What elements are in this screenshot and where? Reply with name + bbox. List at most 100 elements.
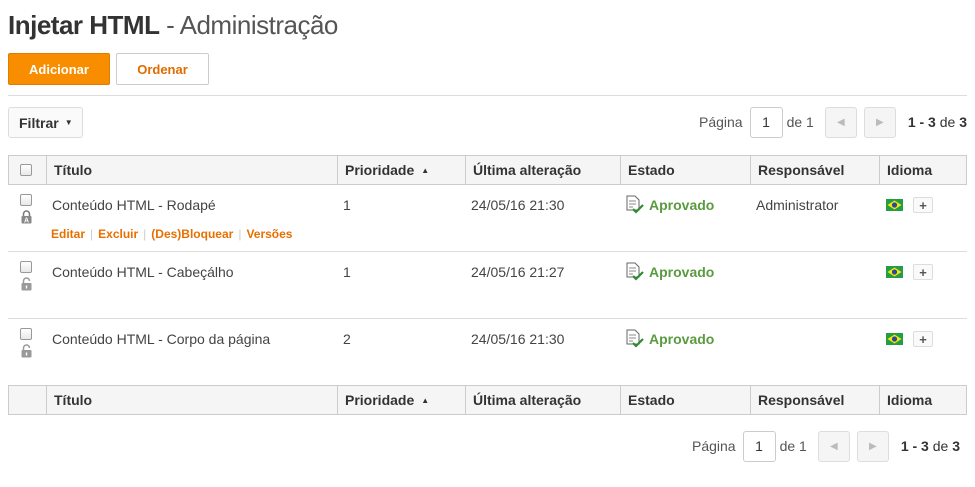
brazil-flag-icon[interactable]: [886, 333, 903, 345]
row-title[interactable]: Conteúdo HTML - Rodapé: [52, 197, 216, 213]
row-priority: 1: [343, 264, 351, 280]
column-title-label: Título: [54, 162, 93, 178]
svg-text:A: A: [24, 218, 29, 225]
range-of: de: [939, 114, 956, 130]
page-label: Página: [698, 114, 743, 130]
row-title[interactable]: Conteúdo HTML - Cabeçálho: [52, 264, 234, 280]
column-modified-label: Última alteração: [473, 392, 582, 408]
table-row: Conteúdo HTML - Cabeçálho 1 24/05/16 21:…: [8, 252, 967, 319]
column-priority[interactable]: Prioridade ▲: [337, 156, 465, 184]
column-state[interactable]: Estado: [620, 156, 750, 184]
add-translation-button[interactable]: +: [913, 197, 933, 213]
divider: [8, 95, 967, 96]
add-button[interactable]: Adicionar: [8, 53, 110, 85]
column-responsible[interactable]: Responsável: [750, 386, 879, 414]
row-checkbox[interactable]: [20, 194, 32, 206]
column-responsible[interactable]: Responsável: [750, 156, 879, 184]
row-checkbox[interactable]: [20, 261, 32, 273]
row-priority: 1: [343, 197, 351, 213]
edit-link[interactable]: Editar: [51, 227, 85, 241]
table-row: A Conteúdo HTML - Rodapé 1 24/05/16 21:3…: [8, 185, 967, 252]
delete-link[interactable]: Excluir: [98, 227, 138, 241]
range-total: 3: [952, 438, 960, 454]
sort-ascending-icon: ▲: [421, 165, 430, 175]
column-title[interactable]: Título: [46, 156, 337, 184]
row-language: +: [886, 264, 933, 280]
column-modified-label: Última alteração: [473, 162, 582, 178]
next-page-button[interactable]: ▶: [863, 106, 896, 138]
column-title[interactable]: Título: [46, 386, 337, 414]
chevron-right-icon: ▶: [868, 440, 877, 452]
brazil-flag-icon[interactable]: [886, 199, 903, 211]
filter-button[interactable]: Filtrar ▼: [8, 107, 83, 138]
row-language: +: [886, 197, 933, 213]
unlock-icon[interactable]: [21, 344, 32, 358]
prev-page-button[interactable]: ◀: [824, 106, 857, 138]
column-language[interactable]: Idioma: [879, 156, 966, 184]
column-priority-label: Prioridade: [345, 392, 415, 408]
row-title[interactable]: Conteúdo HTML - Corpo da página: [52, 331, 270, 347]
column-modified[interactable]: Última alteração: [465, 386, 620, 414]
filter-label: Filtrar: [19, 114, 59, 131]
pagination-bottom: Página de 1 ◀ ▶ 1 - 3 de 3: [692, 430, 960, 462]
row-modified: 24/05/16 21:30: [471, 197, 565, 213]
page-title-sub: Administração: [179, 10, 339, 40]
page-title-main: Injetar HTML: [8, 10, 160, 40]
approved-document-icon: [626, 329, 644, 348]
column-state-label: Estado: [628, 392, 675, 408]
row-modified: 24/05/16 21:30: [471, 331, 565, 347]
approved-document-icon: [626, 262, 644, 281]
versions-link[interactable]: Versões: [246, 227, 292, 241]
select-all-cell: [9, 156, 46, 184]
unlock-icon[interactable]: [21, 277, 32, 291]
chevron-left-icon: ◀: [836, 116, 845, 128]
result-range: 1 - 3 de 3: [901, 438, 960, 454]
table-header: Título Prioridade ▲ Última alteração Esta…: [8, 155, 967, 185]
action-separator: |: [238, 227, 242, 241]
column-title-label: Título: [54, 392, 93, 408]
prev-page-button[interactable]: ◀: [817, 430, 850, 462]
column-state[interactable]: Estado: [620, 386, 750, 414]
chevron-right-icon: ▶: [875, 116, 884, 128]
action-separator: |: [90, 227, 94, 241]
column-language-label: Idioma: [887, 162, 933, 178]
column-responsible-label: Responsável: [758, 162, 845, 178]
column-language[interactable]: Idioma: [879, 386, 966, 414]
column-modified[interactable]: Última alteração: [465, 156, 620, 184]
row-actions: Editar | Excluir | (Des)Bloquear | Versõ…: [51, 227, 292, 241]
lock-user-icon[interactable]: A: [21, 210, 32, 224]
page-input[interactable]: [742, 430, 776, 462]
page-title: Injetar HTML - Administração: [8, 10, 338, 41]
range-start-end: 1 - 3: [907, 114, 936, 130]
status-badge: Aprovado: [649, 331, 715, 347]
page-input[interactable]: [749, 106, 783, 138]
status-badge: Aprovado: [649, 264, 715, 280]
table-row: Conteúdo HTML - Corpo da página 2 24/05/…: [8, 319, 967, 386]
row-state: Aprovado: [625, 329, 714, 349]
page-count: de 1: [786, 114, 814, 130]
row-modified: 24/05/16 21:27: [471, 264, 565, 280]
add-translation-button[interactable]: +: [913, 264, 933, 280]
column-state-label: Estado: [628, 162, 675, 178]
chevron-left-icon: ◀: [829, 440, 838, 452]
range-start-end: 1 - 3: [900, 438, 929, 454]
caret-down-icon: ▼: [64, 118, 73, 127]
row-checkbox[interactable]: [20, 328, 32, 340]
table-footer: Título Prioridade ▲ Última alteração Esta…: [8, 385, 967, 415]
row-state: Aprovado: [625, 262, 714, 282]
brazil-flag-icon[interactable]: [886, 266, 903, 278]
select-all-checkbox[interactable]: [20, 164, 32, 176]
pagination-top: Página de 1 ◀ ▶ 1 - 3 de 3: [699, 106, 967, 138]
lock-unlock-link[interactable]: (Des)Bloquear: [151, 227, 233, 241]
row-state: Aprovado: [625, 195, 714, 215]
page-label: Página: [691, 438, 736, 454]
add-translation-button[interactable]: +: [913, 331, 933, 347]
column-priority-label: Prioridade: [345, 162, 415, 178]
order-button[interactable]: Ordenar: [116, 53, 209, 85]
column-priority[interactable]: Prioridade ▲: [337, 386, 465, 414]
action-separator: |: [143, 227, 147, 241]
result-range: 1 - 3 de 3: [908, 114, 967, 130]
next-page-button[interactable]: ▶: [856, 430, 889, 462]
status-badge: Aprovado: [649, 197, 715, 213]
range-of: de: [932, 438, 949, 454]
